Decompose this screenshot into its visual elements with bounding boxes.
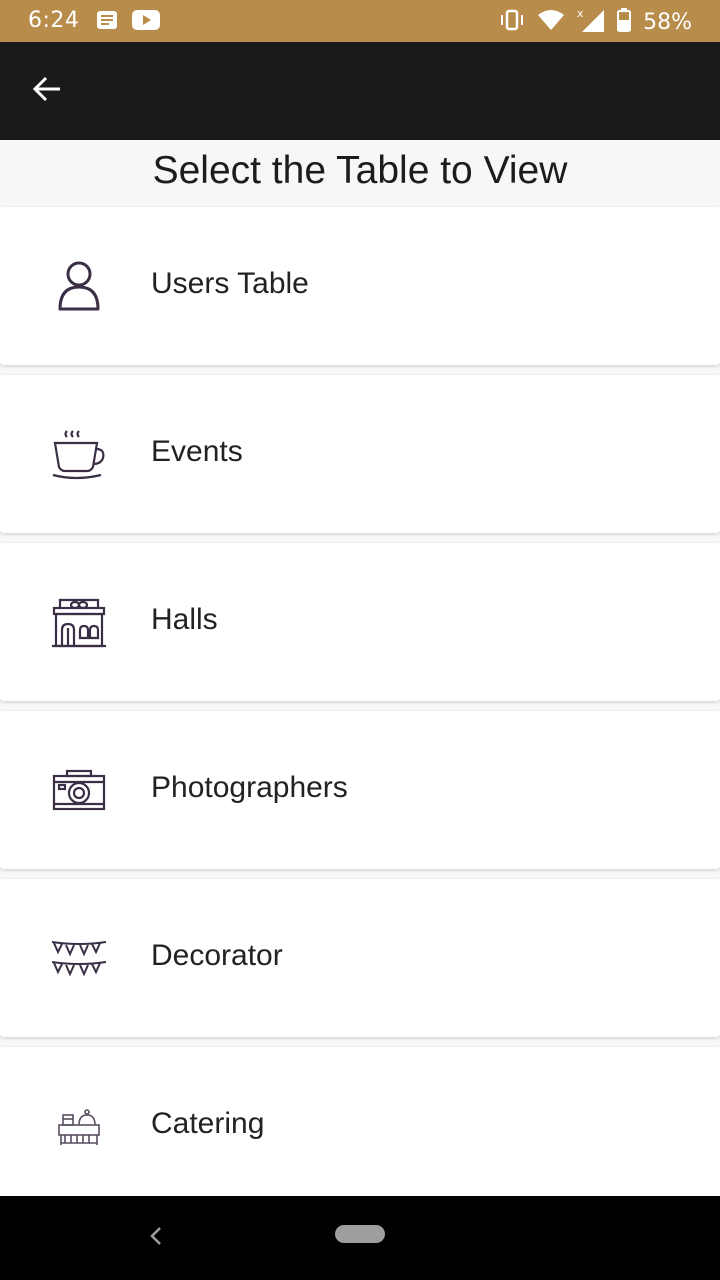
list-item-events[interactable]: Events bbox=[0, 375, 720, 533]
arrow-left-icon bbox=[32, 75, 62, 108]
list-item-decorator[interactable]: Decorator bbox=[0, 879, 720, 1037]
system-nav-bar bbox=[0, 1196, 720, 1280]
youtube-icon bbox=[132, 10, 160, 35]
nav-back-icon bbox=[149, 1225, 163, 1252]
list-item-label: Halls bbox=[151, 603, 218, 636]
wifi-icon bbox=[537, 9, 565, 36]
bunting-icon bbox=[48, 928, 110, 988]
back-button[interactable] bbox=[22, 66, 72, 116]
coffee-cup-icon bbox=[48, 424, 110, 484]
app-bar bbox=[0, 42, 720, 140]
list-item-label: Catering bbox=[151, 1107, 265, 1140]
list-item-photographers[interactable]: Photographers bbox=[0, 711, 720, 869]
nav-back-button[interactable] bbox=[140, 1220, 172, 1256]
list-item-label: Events bbox=[151, 435, 243, 468]
user-icon bbox=[48, 256, 110, 316]
list-item-label: Decorator bbox=[151, 939, 283, 972]
hall-building-icon bbox=[48, 592, 110, 652]
camera-icon bbox=[48, 760, 110, 820]
battery-percent: 58% bbox=[643, 10, 692, 35]
list-item-catering[interactable]: Catering bbox=[0, 1047, 720, 1205]
list-item-label: Photographers bbox=[151, 771, 348, 804]
catering-icon bbox=[48, 1096, 110, 1156]
svg-text:x: x bbox=[577, 7, 584, 20]
list-item-users-table[interactable]: Users Table bbox=[0, 207, 720, 365]
list-item-halls[interactable]: Halls bbox=[0, 543, 720, 701]
page-title: Select the Table to View bbox=[152, 149, 568, 192]
battery-icon bbox=[617, 8, 632, 37]
vibrate-icon bbox=[499, 9, 525, 36]
signal-icon: x bbox=[577, 7, 605, 38]
home-pill-icon[interactable] bbox=[335, 1225, 385, 1243]
status-bar: 6:24 x 58% bbox=[0, 0, 720, 42]
status-time: 6:24 bbox=[28, 8, 80, 33]
list-item-label: Users Table bbox=[151, 267, 309, 300]
notes-icon bbox=[96, 10, 118, 35]
